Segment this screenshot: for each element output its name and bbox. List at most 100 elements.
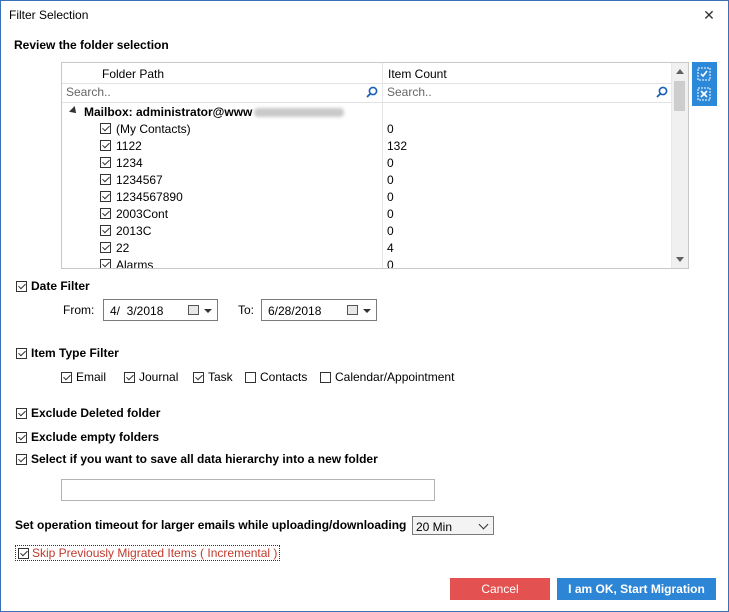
- folder-name: 1234567: [116, 173, 163, 187]
- calendar-icon[interactable]: [347, 305, 358, 315]
- column-header-item-count[interactable]: Item Count: [388, 67, 447, 81]
- folder-checkbox[interactable]: [100, 208, 111, 219]
- exclude-deleted-check[interactable]: [16, 407, 27, 419]
- folder-checkbox[interactable]: [100, 123, 111, 134]
- timeout-value: 20 Min: [416, 520, 453, 534]
- item-count: 0: [387, 258, 394, 269]
- folder-checkbox[interactable]: [100, 225, 111, 236]
- dropdown-arrow-icon[interactable]: [363, 309, 371, 313]
- folder-checkbox[interactable]: [100, 191, 111, 202]
- search-item-count-input[interactable]: [383, 84, 647, 100]
- date-filter-label: Date Filter: [31, 279, 90, 293]
- item-count: 132: [387, 139, 408, 153]
- item-count: 0: [387, 224, 394, 238]
- collapse-triangle-icon[interactable]: [69, 106, 79, 116]
- folder-row[interactable]: 2003Cont 0: [62, 206, 672, 223]
- selection-buttons: [692, 62, 717, 106]
- type-email-label: Email: [76, 370, 107, 384]
- search-item-count: [383, 84, 672, 103]
- folder-checkbox[interactable]: [100, 242, 111, 253]
- type-contacts-checkbox[interactable]: Contacts: [245, 370, 307, 384]
- exclude-empty-label: Exclude empty folders: [31, 430, 160, 444]
- folder-grid: Folder Path Item Count Mailbox: administ…: [61, 62, 689, 269]
- search-icon[interactable]: [366, 86, 378, 98]
- to-label: To:: [238, 303, 255, 317]
- skip-migrated-label: Skip Previously Migrated Items ( Increme…: [32, 546, 278, 560]
- type-contacts-label: Contacts: [260, 370, 308, 384]
- type-email-checkbox[interactable]: Email: [61, 370, 106, 384]
- folder-row[interactable]: Alarms 0: [62, 257, 672, 269]
- folder-row[interactable]: 22 4: [62, 240, 672, 257]
- save-hierarchy-checkbox[interactable]: Select if you want to save all data hier…: [16, 452, 378, 466]
- search-folder-path: [62, 84, 382, 103]
- item-count: 0: [387, 156, 394, 170]
- grid-vertical-scrollbar[interactable]: [671, 63, 688, 268]
- to-date-picker[interactable]: 6/28/2018: [261, 299, 377, 321]
- folder-name: 1234567890: [116, 190, 183, 204]
- type-calendar-check[interactable]: [320, 371, 331, 383]
- item-count: 0: [387, 190, 394, 204]
- scroll-down-icon[interactable]: [676, 257, 684, 262]
- item-count: 0: [387, 122, 394, 136]
- save-hierarchy-label: Select if you want to save all data hier…: [31, 452, 378, 466]
- select-all-icon[interactable]: [696, 66, 712, 82]
- folder-row[interactable]: 1122 132: [62, 138, 672, 155]
- date-filter-checkbox[interactable]: Date Filter: [16, 279, 90, 293]
- folder-checkbox[interactable]: [100, 174, 111, 185]
- type-journal-label: Journal: [139, 370, 179, 384]
- skip-migrated-check[interactable]: [18, 547, 29, 559]
- folder-name: 2013C: [116, 224, 152, 238]
- start-migration-button[interactable]: I am OK, Start Migration: [557, 578, 716, 600]
- save-hierarchy-check[interactable]: [16, 453, 27, 465]
- type-journal-check[interactable]: [124, 371, 135, 383]
- from-date-picker[interactable]: 4/ 3/2018: [103, 299, 218, 321]
- new-folder-name-input[interactable]: [61, 479, 435, 501]
- column-header-folder-path[interactable]: Folder Path: [102, 67, 164, 81]
- exclude-empty-checkbox[interactable]: Exclude empty folders: [16, 430, 159, 444]
- timeout-select[interactable]: 20 Min: [412, 516, 494, 535]
- folder-row[interactable]: 1234567890 0: [62, 189, 672, 206]
- folder-row[interactable]: 1234567 0: [62, 172, 672, 189]
- type-task-label: Task: [208, 370, 233, 384]
- deselect-all-icon[interactable]: [696, 86, 712, 102]
- folder-checkbox[interactable]: [100, 140, 111, 151]
- title-bar: Filter Selection ✕: [1, 1, 728, 31]
- folder-name: (My Contacts): [116, 122, 191, 136]
- type-task-checkbox[interactable]: Task: [193, 370, 233, 384]
- type-journal-checkbox[interactable]: Journal: [124, 370, 178, 384]
- folder-row[interactable]: (My Contacts) 0: [62, 121, 672, 138]
- item-count: 4: [387, 241, 394, 255]
- dialog-title: Filter Selection: [9, 8, 89, 22]
- folder-name: 2003Cont: [116, 207, 169, 221]
- folder-name: Alarms: [116, 258, 154, 269]
- folder-checkbox[interactable]: [100, 157, 111, 168]
- folder-row[interactable]: 1234 0: [62, 155, 672, 172]
- blurred-domain: [254, 108, 345, 118]
- exclude-empty-check[interactable]: [16, 431, 27, 443]
- chevron-down-icon[interactable]: [478, 519, 489, 530]
- type-email-check[interactable]: [61, 371, 72, 383]
- item-type-filter-checkbox[interactable]: Item Type Filter: [16, 346, 119, 360]
- exclude-deleted-checkbox[interactable]: Exclude Deleted folder: [16, 406, 160, 420]
- type-contacts-check[interactable]: [245, 371, 256, 383]
- scroll-thumb[interactable]: [674, 81, 685, 111]
- scroll-up-icon[interactable]: [676, 69, 684, 74]
- date-filter-check[interactable]: [16, 280, 27, 292]
- from-label: From:: [63, 303, 95, 317]
- filter-selection-dialog: Filter Selection ✕ Review the folder sel…: [0, 0, 729, 612]
- folder-row[interactable]: 2013C 0: [62, 223, 672, 240]
- close-icon[interactable]: ✕: [700, 6, 718, 24]
- type-calendar-checkbox[interactable]: Calendar/Appointment: [320, 370, 454, 384]
- search-icon[interactable]: [656, 86, 668, 98]
- dropdown-arrow-icon[interactable]: [204, 309, 212, 313]
- from-date-value: 4/ 3/2018: [110, 304, 164, 318]
- skip-migrated-checkbox[interactable]: Skip Previously Migrated Items ( Increme…: [15, 545, 281, 561]
- folder-name: 1234: [116, 156, 143, 170]
- cancel-button[interactable]: Cancel: [450, 578, 550, 600]
- item-type-filter-check[interactable]: [16, 347, 27, 359]
- calendar-icon[interactable]: [188, 305, 199, 315]
- search-folder-path-input[interactable]: [62, 84, 356, 100]
- type-task-check[interactable]: [193, 371, 204, 383]
- folder-checkbox[interactable]: [100, 259, 111, 268]
- type-calendar-label: Calendar/Appointment: [335, 370, 455, 384]
